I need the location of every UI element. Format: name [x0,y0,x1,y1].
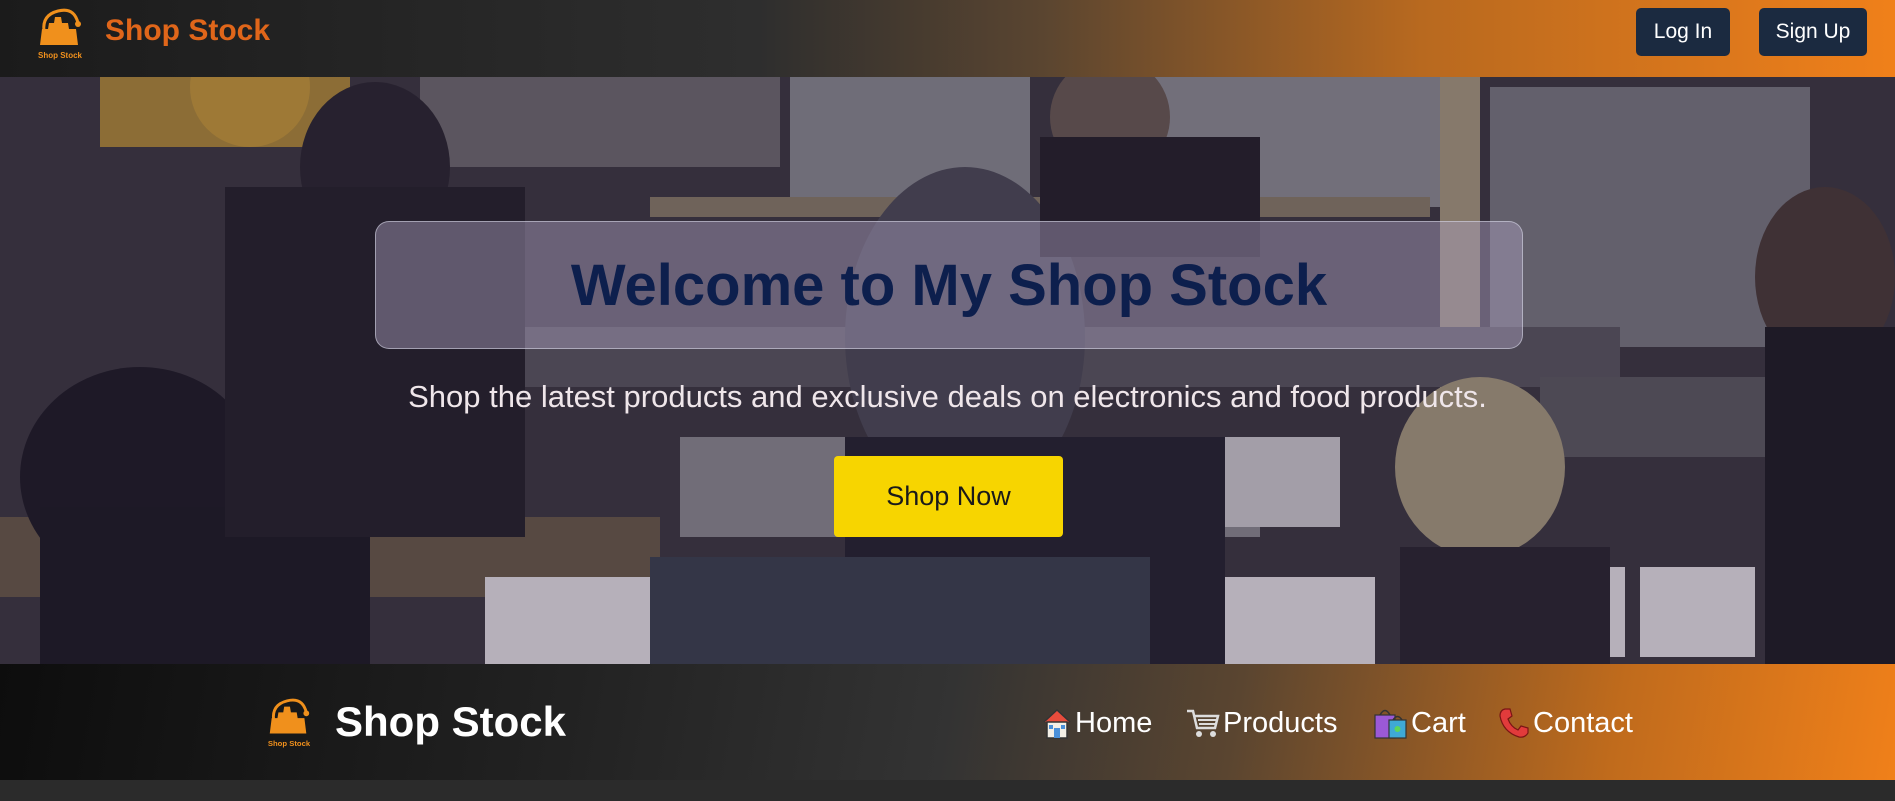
nav-item-label: Home [1075,706,1153,739]
nav-item-contact[interactable]: Contact [1497,704,1633,742]
nav-item-cart[interactable]: Cart [1373,704,1466,742]
nav-item-label: Products [1223,706,1338,739]
brand-name[interactable]: Shop Stock [105,14,270,48]
svg-text:Shop Stock: Shop Stock [268,739,311,748]
page-footer-strip [0,780,1895,801]
hero-subtitle: Shop the latest products and exclusive d… [408,379,1487,414]
top-header: Shop Stock Shop Stock Log In Sign Up [0,0,1895,77]
house-icon [1041,706,1073,740]
cart-icon [1185,706,1221,740]
telephone-icon [1497,706,1531,740]
welcome-panel: Welcome to My Shop Stock [375,221,1523,349]
shop-stock-logo[interactable]: Shop Stock [34,5,86,61]
login-button[interactable]: Log In [1636,8,1730,56]
hero-title: Welcome to My Shop Stock [570,252,1328,318]
shop-stock-logo[interactable]: Shop Stock [264,694,314,750]
nav-item-products[interactable]: Products [1185,704,1337,742]
main-navbar: Shop Stock Shop Stock Home Products Cart… [0,664,1895,780]
shop-now-button[interactable]: Shop Now [834,456,1063,537]
svg-text:Shop Stock: Shop Stock [38,51,83,60]
nav-item-label: Contact [1533,706,1633,739]
nav-item-home[interactable]: Home [1041,704,1152,742]
signup-button[interactable]: Sign Up [1759,8,1867,56]
nav-item-label: Cart [1411,706,1466,739]
nav-brand-name[interactable]: Shop Stock [335,698,566,746]
shopping-bags-icon [1373,706,1409,740]
hero-overlay [0,77,1895,664]
hero-section: Welcome to My Shop Stock Shop the latest… [0,77,1895,664]
